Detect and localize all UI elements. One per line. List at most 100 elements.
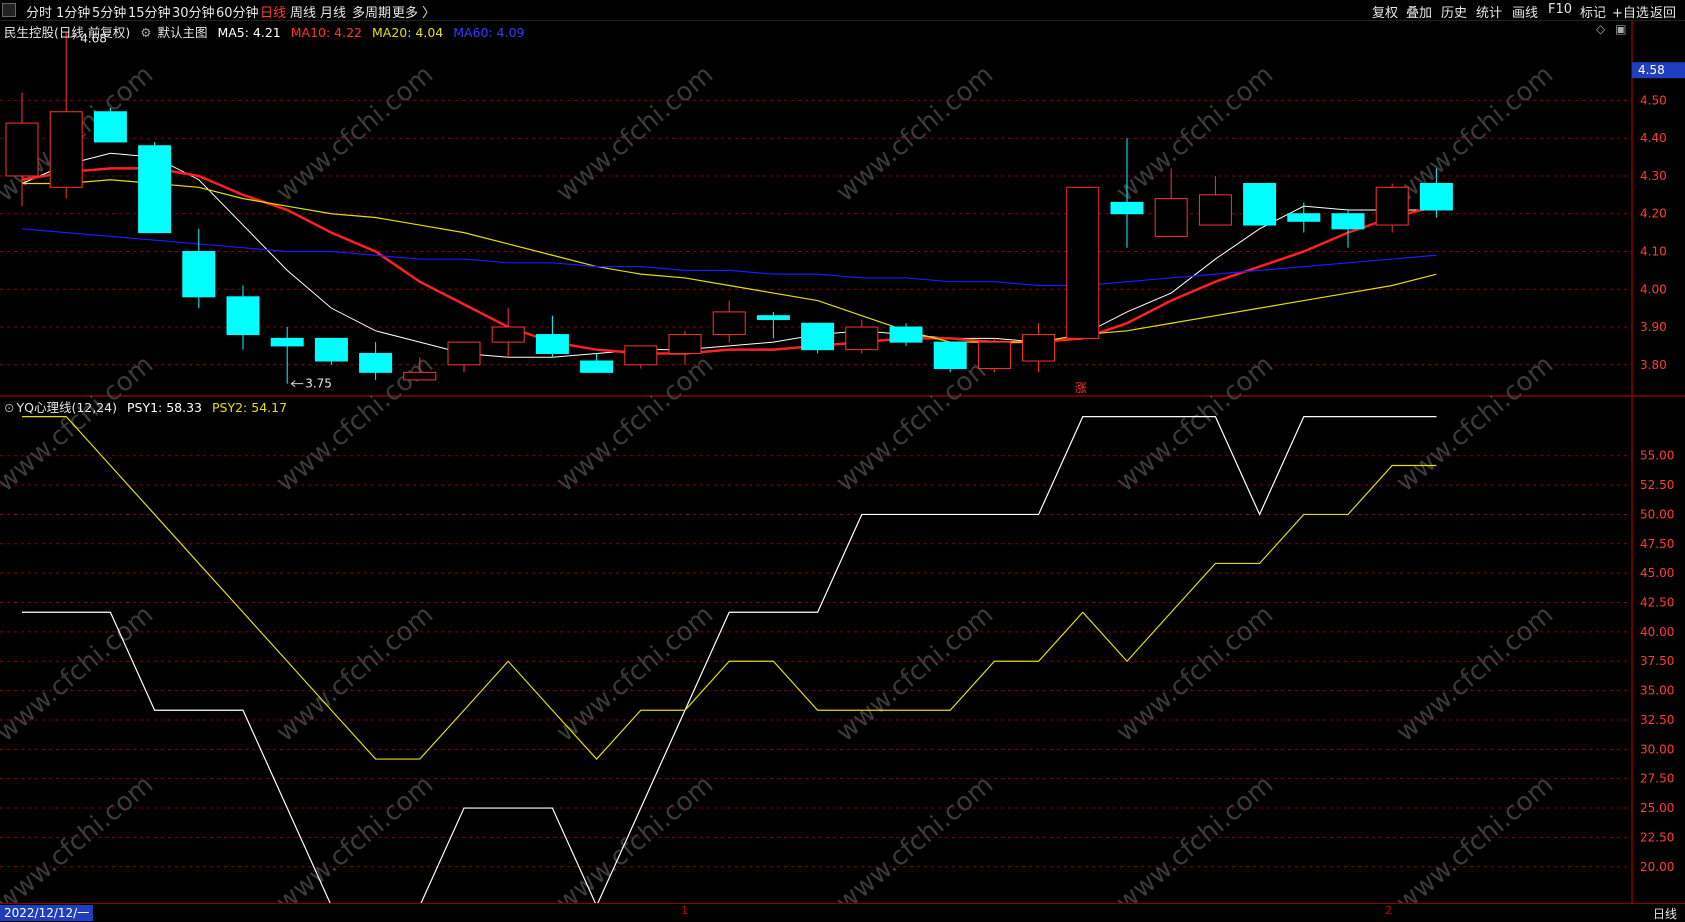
toolbar-action-5[interactable]: F10	[1548, 2, 1572, 17]
candle-body-0	[5, 122, 39, 177]
candle-3	[138, 141, 172, 234]
toolbar-period-3[interactable]: 15分钟	[128, 2, 171, 21]
main-chart-legend: 民生控股(日线,前复权) ⚙ 默认主图 MA5: 4.21 MA10: 4.22 …	[4, 22, 531, 41]
candle-28	[1243, 183, 1277, 226]
indicator-name[interactable]: YQ心理线(12,24)	[16, 400, 117, 415]
candle-20	[889, 323, 923, 346]
candle-body-8	[359, 352, 393, 373]
panel-toggle-icon[interactable]: ▣	[1615, 22, 1626, 36]
toolbar-action-8[interactable]: 返回	[1650, 2, 1676, 21]
watermark-text-16: www.cfchi.com	[1111, 600, 1280, 748]
main-tick-label-5: 4.30	[1640, 169, 1667, 183]
candle-4	[182, 228, 216, 309]
candle-body-7	[314, 337, 348, 362]
candle-body-27	[1198, 194, 1232, 226]
toolbar-action-1[interactable]: 叠加	[1406, 2, 1432, 21]
sub-tick-label-9: 42.50	[1640, 596, 1674, 610]
watermark-text-11: www.cfchi.com	[1391, 350, 1560, 498]
sub-tick-label-12: 50.00	[1640, 507, 1674, 521]
psy2-value: PSY2: 54.17	[212, 400, 288, 415]
watermark-text-3: www.cfchi.com	[831, 60, 1000, 208]
sub-tick-label-5: 32.50	[1640, 713, 1674, 727]
watermark-text-23: www.cfchi.com	[1391, 770, 1560, 903]
toolbar-action-2[interactable]: 历史	[1441, 2, 1467, 21]
toolbar-action-3[interactable]: 统计	[1476, 2, 1502, 21]
candle-body-19	[845, 326, 879, 351]
main-tick-label-0: 3.80	[1640, 358, 1667, 372]
toolbar-action-7[interactable]: +自选	[1612, 2, 1649, 21]
toolbar-period-2[interactable]: 5分钟	[92, 2, 126, 21]
stock-chart[interactable]: www.cfchi.com www.cfchi.com www.cfchi.com w…	[0, 20, 1685, 903]
time-mark-2: 2	[1385, 904, 1392, 917]
toolbar-period-1[interactable]: 1分钟	[56, 2, 90, 21]
candle-16	[712, 300, 746, 343]
cursor-date: 2022/12/12/一	[0, 905, 94, 921]
watermark-text-10: www.cfchi.com	[1111, 350, 1280, 498]
ma-line-ma60	[21, 228, 1437, 287]
current-price-label: 4.58	[1638, 63, 1665, 77]
candle-body-23	[1022, 334, 1056, 362]
watermark-text-21: www.cfchi.com	[831, 770, 1000, 903]
candle-12	[535, 315, 569, 358]
period-indicator[interactable]: 日线	[1653, 905, 1677, 922]
watermark-text-5: www.cfchi.com	[1391, 60, 1560, 208]
candle-11	[491, 308, 525, 358]
candle-17	[756, 311, 790, 339]
candle-body-9	[403, 371, 437, 381]
watermark-text-18: www.cfchi.com	[0, 770, 159, 903]
main-tick-label-4: 4.20	[1640, 207, 1667, 221]
main-panel-controls: ◇ ▣	[1596, 22, 1626, 36]
sub-tick-label-14: 55.00	[1640, 449, 1674, 463]
toolbar-period-6[interactable]: 日线	[260, 2, 286, 21]
toolbar-action-6[interactable]: 标记	[1580, 2, 1606, 21]
candle-19	[845, 319, 879, 354]
toolbar-period-5[interactable]: 60分钟	[216, 2, 259, 21]
watermark-text-1: www.cfchi.com	[271, 60, 440, 208]
toolbar-period-0[interactable]: 分时	[26, 2, 52, 21]
candle-body-26	[1154, 198, 1188, 237]
candle-8	[359, 342, 393, 380]
collapse-icon[interactable]: ⊙	[4, 400, 14, 415]
diamond-icon[interactable]: ◇	[1596, 22, 1605, 36]
template-name[interactable]: 默认主图	[157, 25, 207, 40]
candle-2	[93, 107, 127, 143]
watermark-text-14: www.cfchi.com	[551, 600, 720, 748]
stock-name[interactable]: 民生控股	[4, 25, 54, 40]
candle-body-12	[535, 334, 569, 354]
candle-13	[580, 353, 614, 373]
sub-tick-label-0: 20.00	[1640, 860, 1674, 874]
candle-7	[314, 337, 348, 365]
toolbar-period-10[interactable]: 更多 〉	[392, 2, 435, 21]
template-gear-icon[interactable]: ⚙	[140, 25, 151, 40]
watermark-text-2: www.cfchi.com	[551, 60, 720, 208]
candle-14	[624, 345, 658, 369]
candle-body-29	[1287, 213, 1321, 222]
sub-tick-label-1: 22.50	[1640, 830, 1674, 844]
sub-tick-label-6: 35.00	[1640, 684, 1674, 698]
watermark-text-6: www.cfchi.com	[0, 350, 159, 498]
sub-tick-label-11: 47.50	[1640, 537, 1674, 551]
candle-1	[49, 32, 83, 199]
candle-21	[933, 341, 967, 373]
candle-body-20	[889, 326, 923, 343]
toolbar-period-8[interactable]: 月线	[320, 2, 346, 21]
toolbar-period-9[interactable]: 多周期	[352, 2, 391, 21]
toolbar-action-4[interactable]: 画线	[1512, 2, 1538, 21]
candle-18	[801, 322, 835, 354]
candle-10	[447, 341, 481, 373]
toolbar-action-0[interactable]: 复权	[1372, 2, 1398, 21]
candle-body-6	[270, 337, 304, 347]
sub-chart-legend: ⊙ YQ心理线(12,24) PSY1: 58.33 PSY2: 54.17	[4, 397, 293, 416]
toolbar-period-7[interactable]: 周线	[290, 2, 316, 21]
psy1-value: PSY1: 58.33	[126, 400, 203, 415]
rise-mark: 涨	[1075, 380, 1087, 395]
watermark-text-9: www.cfchi.com	[831, 350, 1000, 498]
candle-body-14	[624, 345, 658, 366]
window-menu-icon[interactable]	[2, 3, 16, 17]
candle-body-3	[138, 145, 172, 234]
candle-24	[1066, 186, 1100, 339]
toolbar-period-4[interactable]: 30分钟	[172, 2, 215, 21]
period-toolbar: 分时 1分钟 5分钟 15分钟 30分钟 60分钟 日线 周线 月线 多周期 更多 〉 复权 叠加 历史…	[0, 0, 1685, 21]
main-tick-label-3: 4.10	[1640, 244, 1667, 258]
candle-31	[1375, 183, 1409, 233]
